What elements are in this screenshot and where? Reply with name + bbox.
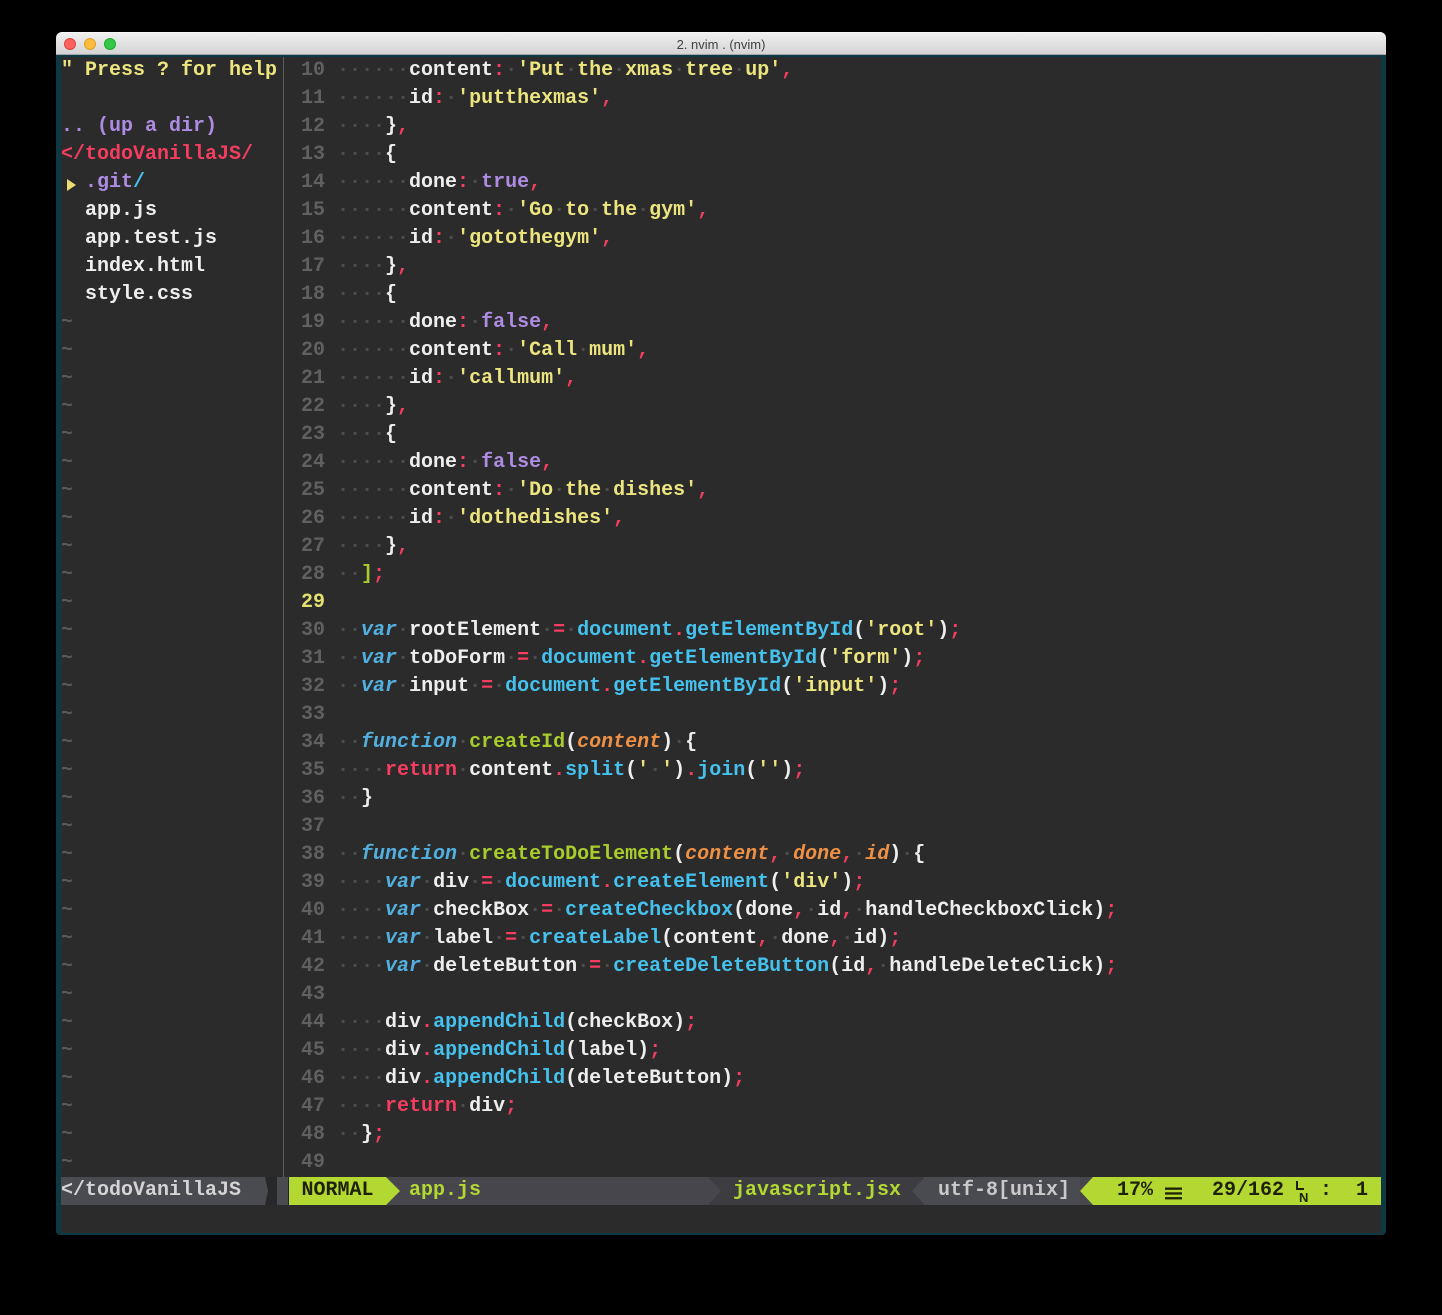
svg-text:N: N <box>1299 1190 1308 1204</box>
